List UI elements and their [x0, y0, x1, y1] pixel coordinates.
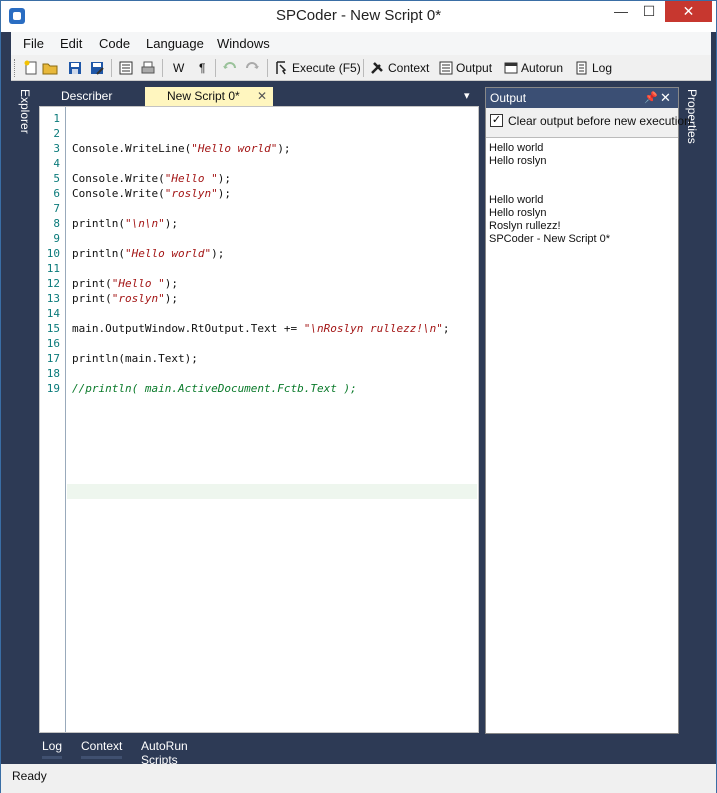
line-number: 1: [53, 112, 60, 125]
execute-button[interactable]: Execute (F5): [292, 61, 361, 75]
output-close-icon[interactable]: ✕: [660, 88, 671, 108]
log-button[interactable]: Log: [592, 61, 612, 75]
line-number: 14: [46, 307, 60, 320]
status-text: Ready: [12, 769, 47, 783]
output-line: Hello roslyn: [489, 207, 547, 219]
tab-describer[interactable]: Describer: [39, 87, 145, 107]
save-icon[interactable]: [67, 60, 83, 76]
autorun-button[interactable]: Autorun: [521, 61, 563, 75]
tab-new-script[interactable]: New Script 0* ✕: [145, 87, 273, 107]
output-line: Roslyn rullezz!: [489, 220, 561, 232]
save-all-icon[interactable]: [89, 60, 105, 76]
menu-code[interactable]: Code: [99, 36, 130, 51]
tab-log[interactable]: Log: [42, 739, 63, 759]
status-bar: Ready: [1, 764, 716, 793]
line-number: 9: [53, 232, 60, 245]
document-tabs: Describer New Script 0* ✕ ▾: [39, 87, 479, 107]
toolbar-separator: [162, 59, 163, 77]
toolbar-separator: [215, 59, 216, 77]
app-window: SPCoder - New Script 0* — ☐ ✕ File Edit …: [0, 0, 717, 793]
line-number: 8: [53, 217, 60, 230]
code-line: print("roslyn");: [72, 292, 178, 305]
code-line: Console.Write("Hello ");: [72, 172, 231, 185]
output-line: Hello roslyn: [489, 155, 547, 167]
code-line: main.OutputWindow.RtOutput.Text += "\nRo…: [72, 322, 450, 335]
toolbar: W ¶ Execute (F5) Context Output Autorun …: [11, 55, 711, 81]
pin-icon[interactable]: 📌: [644, 88, 658, 108]
tools-icon[interactable]: [369, 60, 385, 76]
toolbar-separator: [363, 59, 364, 77]
line-number: 11: [46, 262, 60, 275]
print-icon[interactable]: [140, 60, 156, 76]
line-number: 2: [53, 127, 60, 140]
output-title: Output: [490, 91, 527, 105]
autorun-icon[interactable]: [503, 60, 519, 76]
code-line: println("Hello world");: [72, 247, 225, 260]
open-folder-icon[interactable]: [42, 60, 58, 76]
line-number: 19: [46, 382, 60, 395]
execute-icon[interactable]: [274, 60, 290, 76]
code-line: Console.WriteLine("Hello world");: [72, 142, 291, 155]
toolbar-grip[interactable]: [14, 59, 17, 77]
code-line: println("\n\n");: [72, 217, 178, 230]
show-whitespace-button[interactable]: ¶: [199, 61, 205, 75]
output-options: ✓ Clear output before new execution: [486, 108, 691, 138]
line-number: 4: [53, 157, 60, 170]
context-button[interactable]: Context: [388, 61, 429, 75]
clear-output-label: Clear output before new execution: [508, 114, 691, 128]
toolbar-separator: [111, 59, 112, 77]
minimize-button[interactable]: —: [607, 1, 635, 22]
code-line: Console.Write("roslyn");: [72, 187, 231, 200]
menu-edit[interactable]: Edit: [60, 36, 82, 51]
output-icon[interactable]: [438, 60, 454, 76]
current-line-highlight: [67, 484, 477, 499]
clear-output-checkbox[interactable]: ✓: [490, 114, 503, 127]
menu-file[interactable]: File: [23, 36, 44, 51]
menu-windows[interactable]: Windows: [217, 36, 270, 51]
maximize-button[interactable]: ☐: [635, 1, 663, 22]
redo-icon[interactable]: [244, 60, 260, 76]
line-number: 7: [53, 202, 60, 215]
output-line: Hello world: [489, 142, 544, 154]
line-number: 17: [46, 352, 60, 365]
output-header: Output 📌 ✕: [486, 88, 678, 108]
tabs-dropdown-icon[interactable]: ▾: [464, 89, 470, 102]
menu-bar: File Edit Code Language Windows: [11, 32, 711, 55]
line-number: 5: [53, 172, 60, 185]
line-number: 6: [53, 187, 60, 200]
tab-close-icon[interactable]: ✕: [257, 87, 267, 106]
line-number: 15: [46, 322, 60, 335]
output-panel: Output 📌 ✕ ✓ Clear output before new exe…: [485, 87, 691, 734]
properties-icon[interactable]: [118, 60, 134, 76]
line-number: 13: [46, 292, 60, 305]
undo-icon[interactable]: [222, 60, 238, 76]
word-wrap-button[interactable]: W: [173, 61, 184, 75]
line-number-gutter: 1 2 3 4 5 6 7 8 9 10 11 12 13 14 15 16 17 18 19: [40, 107, 66, 732]
line-number: 10: [46, 247, 60, 260]
line-number: 12: [46, 277, 60, 290]
code-line: println(main.Text);: [72, 352, 198, 365]
code-editor[interactable]: 1 2 3 4 5 6 7 8 9 10 11 12 13 14 15 16 17 18 19 Console.Wr…: [39, 106, 479, 733]
close-button[interactable]: ✕: [665, 1, 712, 22]
log-icon[interactable]: [573, 60, 589, 76]
output-button[interactable]: Output: [456, 61, 492, 75]
output-line: Hello world: [489, 194, 544, 206]
code-line: //println( main.ActiveDocument.Fctb.Text…: [72, 382, 357, 395]
line-number: 3: [53, 142, 60, 155]
tab-label: New Script 0*: [167, 89, 240, 103]
line-number: 16: [46, 337, 60, 350]
output-line: SPCoder - New Script 0*: [489, 233, 611, 245]
side-tab-explorer[interactable]: Explorer: [18, 89, 32, 134]
tab-context[interactable]: Context: [81, 739, 123, 759]
new-file-icon[interactable]: [23, 60, 39, 76]
line-number: 18: [46, 367, 60, 380]
toolbar-separator: [267, 59, 268, 77]
menu-language[interactable]: Language: [146, 36, 204, 51]
title-bar: SPCoder - New Script 0* — ☐ ✕: [1, 1, 716, 32]
code-line: print("Hello ");: [72, 277, 178, 290]
